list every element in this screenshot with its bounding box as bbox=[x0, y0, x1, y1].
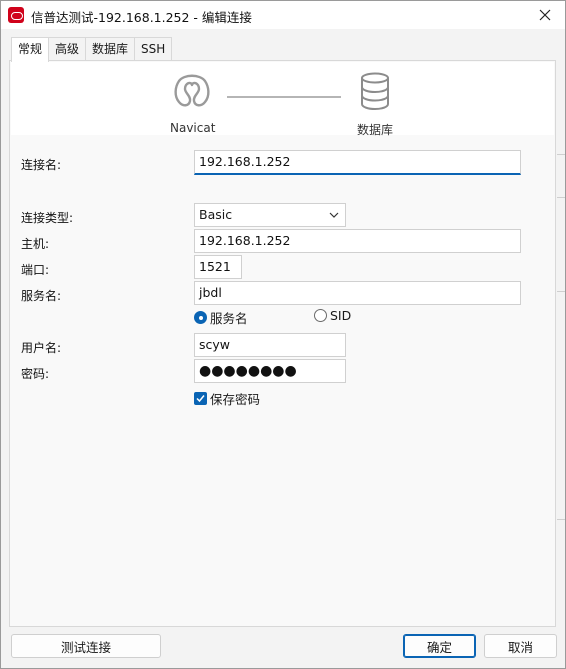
ok-button[interactable]: 确定 bbox=[403, 634, 476, 658]
host-input[interactable]: 192.168.1.252 bbox=[194, 229, 521, 253]
title-bar[interactable]: 信普达测试-192.168.1.252 - 编辑连接 bbox=[1, 1, 565, 29]
chevron-down-icon bbox=[329, 212, 339, 218]
connection-banner: Navicat 数据库 bbox=[11, 62, 554, 137]
radio-service-name-label: 服务名 bbox=[210, 311, 248, 326]
connection-type-select[interactable]: Basic bbox=[194, 203, 346, 227]
radio-sid[interactable]: SID bbox=[314, 308, 351, 323]
radio-sid-label: SID bbox=[330, 308, 352, 323]
host-label: 主机: bbox=[21, 237, 50, 251]
edge-tick bbox=[557, 197, 565, 198]
connection-name-input[interactable]: 192.168.1.252 bbox=[194, 150, 521, 175]
service-name-label: 服务名: bbox=[21, 289, 62, 303]
connection-type-label: 连接类型: bbox=[21, 211, 74, 225]
edge-tick bbox=[557, 519, 565, 520]
close-icon bbox=[539, 9, 551, 21]
edit-connection-dialog: 信普达测试-192.168.1.252 - 编辑连接 常规 高级 数据库 SSH… bbox=[0, 0, 566, 669]
radio-selected-icon bbox=[194, 311, 207, 324]
tab-ssh[interactable]: SSH bbox=[134, 37, 173, 61]
test-connection-button[interactable]: 测试连接 bbox=[11, 634, 161, 658]
oracle-app-icon bbox=[8, 7, 24, 23]
connection-type-value: Basic bbox=[199, 207, 233, 222]
tab-advanced[interactable]: 高级 bbox=[48, 37, 87, 61]
navicat-label: Navicat bbox=[170, 121, 216, 135]
service-name-input[interactable]: jbdl bbox=[194, 281, 521, 305]
edge-tick bbox=[557, 154, 565, 155]
username-label: 用户名: bbox=[21, 341, 62, 355]
database-icon bbox=[361, 72, 389, 110]
checkbox-checked-icon bbox=[194, 392, 207, 405]
navicat-logo-icon bbox=[174, 74, 210, 107]
cancel-button[interactable]: 取消 bbox=[484, 634, 557, 658]
radio-service-name[interactable]: 服务名 bbox=[194, 308, 248, 327]
save-password-label: 保存密码 bbox=[210, 392, 261, 407]
edge-tick bbox=[557, 291, 565, 292]
connector-line bbox=[227, 96, 341, 98]
port-label: 端口: bbox=[21, 263, 50, 277]
close-button[interactable] bbox=[531, 3, 559, 27]
radio-unselected-icon bbox=[314, 309, 327, 322]
password-label: 密码: bbox=[21, 367, 50, 381]
username-input[interactable]: scyw bbox=[194, 333, 346, 357]
password-input[interactable]: ●●●●●●●● bbox=[194, 359, 346, 383]
tab-bar: 常规 高级 数据库 SSH bbox=[11, 37, 173, 62]
connection-name-label: 连接名: bbox=[21, 158, 62, 172]
save-password-checkbox[interactable]: 保存密码 bbox=[194, 389, 260, 408]
tab-databases[interactable]: 数据库 bbox=[85, 37, 136, 61]
port-input[interactable]: 1521 bbox=[194, 255, 242, 279]
tab-general[interactable]: 常规 bbox=[11, 37, 50, 62]
database-label: 数据库 bbox=[357, 123, 394, 137]
window-title: 信普达测试-192.168.1.252 - 编辑连接 bbox=[31, 10, 252, 25]
